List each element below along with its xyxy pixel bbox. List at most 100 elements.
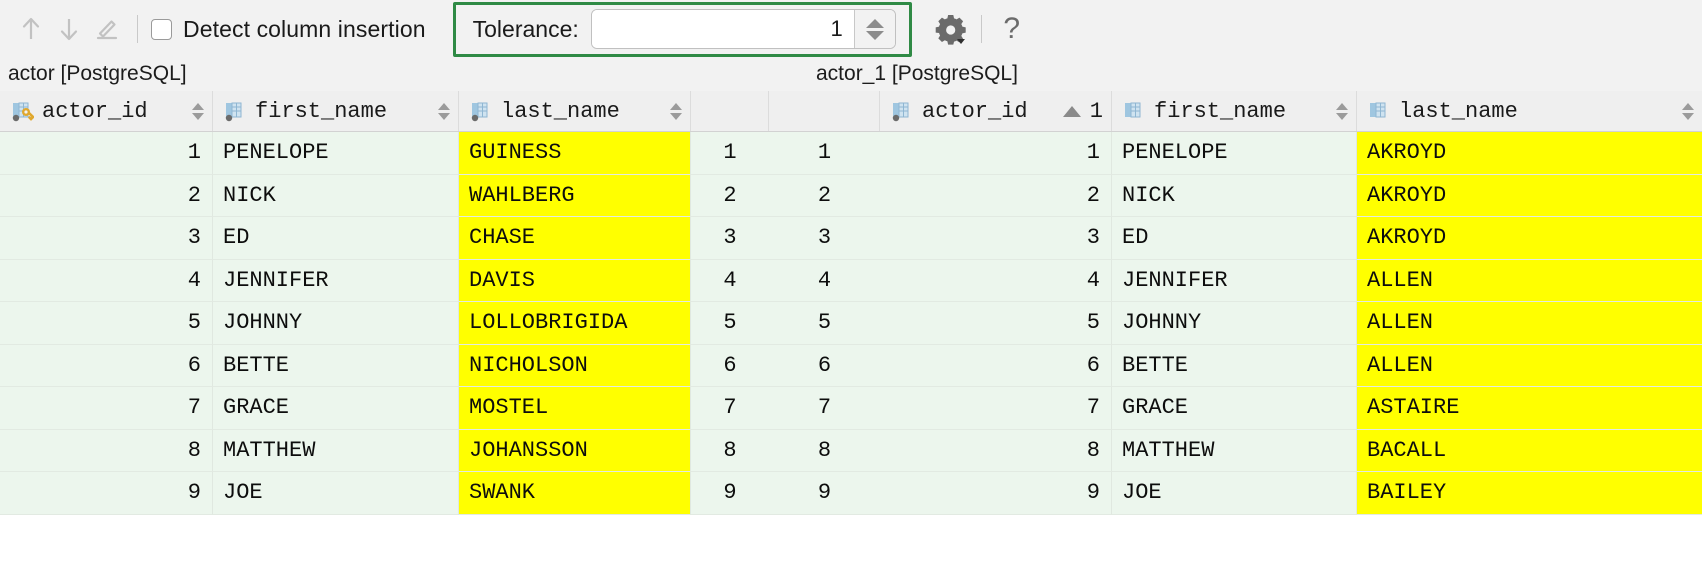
help-button[interactable]: ? xyxy=(993,10,1031,48)
header-left-first-name[interactable]: first_name xyxy=(213,91,459,131)
cell-left-actor-id[interactable]: 8 xyxy=(0,429,213,472)
sort-toggle-icon[interactable] xyxy=(192,102,204,120)
spinner-down-icon[interactable] xyxy=(865,30,884,40)
cell-right-first-name[interactable]: JOE xyxy=(1112,472,1357,515)
cell-left-last-name[interactable]: DAVIS xyxy=(459,259,691,302)
gutter-left-row-number[interactable]: 4 xyxy=(691,259,769,302)
cell-left-last-name[interactable]: JOHANSSON xyxy=(459,429,691,472)
cell-right-first-name[interactable]: BETTE xyxy=(1112,344,1357,387)
cell-left-actor-id[interactable]: 7 xyxy=(0,387,213,430)
table-row[interactable]: 4 JENNIFER DAVIS 4 4 4 JENNIFER ALLEN xyxy=(0,259,1702,302)
cell-right-first-name[interactable]: JOHNNY xyxy=(1112,302,1357,345)
cell-right-last-name[interactable]: ALLEN xyxy=(1357,302,1702,345)
cell-right-actor-id[interactable]: 7 xyxy=(880,387,1112,430)
gutter-right-row-number[interactable]: 3 xyxy=(769,217,880,260)
table-row[interactable]: 6 BETTE NICHOLSON 6 6 6 BETTE ALLEN xyxy=(0,344,1702,387)
cell-right-last-name[interactable]: BAILEY xyxy=(1357,472,1702,515)
table-row[interactable]: 9 JOE SWANK 9 9 9 JOE BAILEY xyxy=(0,472,1702,515)
cell-right-last-name[interactable]: ASTAIRE xyxy=(1357,387,1702,430)
cell-left-first-name[interactable]: JOHNNY xyxy=(213,302,459,345)
spinner-up-icon[interactable] xyxy=(865,18,884,28)
cell-right-last-name[interactable]: ALLEN xyxy=(1357,259,1702,302)
sort-toggle-icon[interactable] xyxy=(1682,102,1694,120)
cell-right-first-name[interactable]: GRACE xyxy=(1112,387,1357,430)
gutter-right-row-number[interactable]: 1 xyxy=(769,132,880,175)
cell-right-actor-id[interactable]: 5 xyxy=(880,302,1112,345)
gutter-right-row-number[interactable]: 4 xyxy=(769,259,880,302)
gutter-left-row-number[interactable]: 7 xyxy=(691,387,769,430)
cell-right-last-name[interactable]: AKROYD xyxy=(1357,217,1702,260)
detect-column-insertion-option[interactable]: Detect column insertion xyxy=(151,16,426,43)
gutter-left-row-number[interactable]: 6 xyxy=(691,344,769,387)
cell-right-last-name[interactable]: BACALL xyxy=(1357,429,1702,472)
sort-ascending-icon[interactable] xyxy=(1062,105,1081,117)
cell-left-last-name[interactable]: SWANK xyxy=(459,472,691,515)
next-difference-button[interactable] xyxy=(50,10,88,48)
gutter-right-row-number[interactable]: 8 xyxy=(769,429,880,472)
gutter-left-row-number[interactable]: 9 xyxy=(691,472,769,515)
cell-left-last-name[interactable]: NICHOLSON xyxy=(459,344,691,387)
cell-right-last-name[interactable]: AKROYD xyxy=(1357,132,1702,175)
header-left-actor-id[interactable]: actor_id xyxy=(0,91,213,131)
table-row[interactable]: 5 JOHNNY LOLLOBRIGIDA 5 5 5 JOHNNY ALLEN xyxy=(0,302,1702,345)
cell-left-first-name[interactable]: NICK xyxy=(213,174,459,217)
cell-right-first-name[interactable]: PENELOPE xyxy=(1112,132,1357,175)
cell-left-first-name[interactable]: JOE xyxy=(213,472,459,515)
cell-left-last-name[interactable]: MOSTEL xyxy=(459,387,691,430)
sort-toggle-icon[interactable] xyxy=(1336,102,1348,120)
header-right-first-name[interactable]: first_name xyxy=(1112,91,1357,131)
table-row[interactable]: 3 ED CHASE 3 3 3 ED AKROYD xyxy=(0,217,1702,260)
cell-left-first-name[interactable]: JENNIFER xyxy=(213,259,459,302)
cell-left-actor-id[interactable]: 1 xyxy=(0,132,213,175)
gutter-right-row-number[interactable]: 9 xyxy=(769,472,880,515)
cell-left-actor-id[interactable]: 6 xyxy=(0,344,213,387)
tolerance-input[interactable] xyxy=(591,10,854,48)
cell-left-first-name[interactable]: BETTE xyxy=(213,344,459,387)
gutter-right-row-number[interactable]: 5 xyxy=(769,302,880,345)
gutter-right-row-number[interactable]: 7 xyxy=(769,387,880,430)
cell-left-first-name[interactable]: ED xyxy=(213,217,459,260)
cell-left-last-name[interactable]: WAHLBERG xyxy=(459,174,691,217)
cell-left-actor-id[interactable]: 2 xyxy=(0,174,213,217)
cell-right-actor-id[interactable]: 8 xyxy=(880,429,1112,472)
cell-right-actor-id[interactable]: 1 xyxy=(880,132,1112,175)
cell-right-first-name[interactable]: JENNIFER xyxy=(1112,259,1357,302)
header-right-last-name[interactable]: last_name xyxy=(1357,91,1702,131)
settings-button[interactable] xyxy=(932,10,970,48)
detect-column-insertion-checkbox[interactable] xyxy=(151,18,172,40)
table-row[interactable]: 7 GRACE MOSTEL 7 7 7 GRACE ASTAIRE xyxy=(0,387,1702,430)
cell-right-actor-id[interactable]: 4 xyxy=(880,259,1112,302)
table-row[interactable]: 2 NICK WAHLBERG 2 2 2 NICK AKROYD xyxy=(0,174,1702,217)
cell-left-first-name[interactable]: MATTHEW xyxy=(213,429,459,472)
edit-button[interactable] xyxy=(88,10,126,48)
cell-right-first-name[interactable]: NICK xyxy=(1112,174,1357,217)
cell-left-actor-id[interactable]: 5 xyxy=(0,302,213,345)
cell-right-actor-id[interactable]: 3 xyxy=(880,217,1112,260)
sort-toggle-icon[interactable] xyxy=(670,102,682,120)
cell-right-last-name[interactable]: AKROYD xyxy=(1357,174,1702,217)
gutter-left-row-number[interactable]: 8 xyxy=(691,429,769,472)
previous-difference-button[interactable] xyxy=(12,10,50,48)
header-left-last-name[interactable]: last_name xyxy=(459,91,691,131)
gutter-right-row-number[interactable]: 6 xyxy=(769,344,880,387)
gutter-left-row-number[interactable]: 1 xyxy=(691,132,769,175)
tolerance-spinner-buttons[interactable] xyxy=(853,10,895,48)
cell-right-first-name[interactable]: ED xyxy=(1112,217,1357,260)
header-right-actor-id[interactable]: actor_id 1 xyxy=(880,91,1112,131)
tolerance-spinner[interactable] xyxy=(590,9,896,49)
table-row[interactable]: 1 PENELOPE GUINESS 1 1 1 PENELOPE AKROYD xyxy=(0,132,1702,175)
gutter-left-row-number[interactable]: 3 xyxy=(691,217,769,260)
gutter-left-row-number[interactable]: 5 xyxy=(691,302,769,345)
cell-left-actor-id[interactable]: 4 xyxy=(0,259,213,302)
cell-left-actor-id[interactable]: 3 xyxy=(0,217,213,260)
cell-right-actor-id[interactable]: 9 xyxy=(880,472,1112,515)
cell-right-actor-id[interactable]: 2 xyxy=(880,174,1112,217)
cell-right-last-name[interactable]: ALLEN xyxy=(1357,344,1702,387)
table-row[interactable]: 8 MATTHEW JOHANSSON 8 8 8 MATTHEW BACALL xyxy=(0,429,1702,472)
cell-left-first-name[interactable]: GRACE xyxy=(213,387,459,430)
cell-left-last-name[interactable]: LOLLOBRIGIDA xyxy=(459,302,691,345)
cell-left-first-name[interactable]: PENELOPE xyxy=(213,132,459,175)
gutter-right-row-number[interactable]: 2 xyxy=(769,174,880,217)
sort-toggle-icon[interactable] xyxy=(438,102,450,120)
cell-right-first-name[interactable]: MATTHEW xyxy=(1112,429,1357,472)
